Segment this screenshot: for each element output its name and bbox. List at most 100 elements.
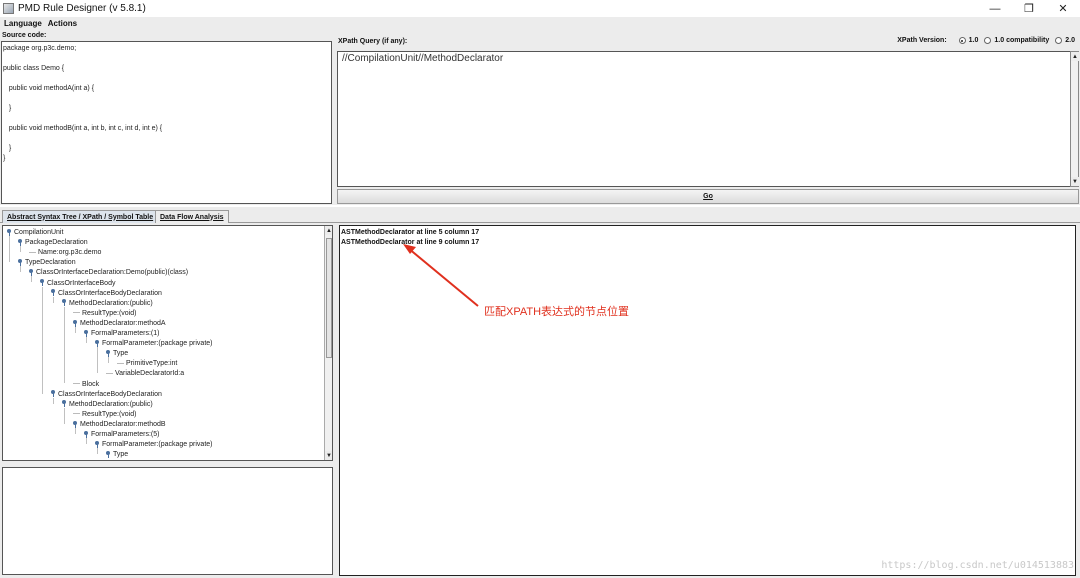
code-line: package org.p3c.demo;: [3, 45, 77, 52]
close-icon[interactable]: ✕: [1046, 0, 1080, 17]
tree-expand-icon[interactable]: [84, 329, 89, 337]
tree-node[interactable]: VariableDeclaratorId:a: [106, 369, 184, 379]
xpath-panel: XPath Query (if any): XPath Version: 1.0…: [336, 32, 1079, 205]
node-detail-panel: [2, 467, 333, 575]
menu-bar: Language Actions: [0, 17, 1080, 30]
result-item[interactable]: ASTMethodDeclarator at line 5 column 17: [341, 228, 1074, 238]
tree-node[interactable]: Block: [73, 380, 99, 390]
menu-language[interactable]: Language: [4, 19, 42, 28]
tree-node[interactable]: ResultType:(void): [73, 410, 136, 420]
tree-node[interactable]: ResultType:(void): [73, 309, 136, 319]
tree-expand-icon[interactable]: [106, 450, 111, 458]
tree-node-label: CompilationUnit: [14, 229, 64, 236]
tree-node-label: FormalParameters:(1): [91, 330, 160, 337]
tree-leaf-connector: [73, 312, 80, 314]
xpath-version-radio-1-0[interactable]: 1.0: [958, 37, 978, 44]
tree-node[interactable]: Type: [106, 450, 128, 460]
tree-node[interactable]: Type: [106, 349, 128, 359]
tree-node-label: ClassOrInterfaceBody: [47, 279, 116, 287]
tree-node[interactable]: FormalParameters:(5): [84, 430, 159, 440]
tree-node-label: Name:org.p3c.demo: [38, 249, 102, 257]
tree-expand-icon[interactable]: [29, 269, 34, 277]
tree-leaf-connector: [106, 373, 113, 375]
menu-actions[interactable]: Actions: [48, 19, 77, 28]
tree-leaf-connector: [73, 413, 80, 415]
title-bar: PMD Rule Designer (v 5.8.1) — ❐ ✕: [0, 0, 1080, 17]
scroll-up-icon[interactable]: ▲: [1071, 52, 1079, 61]
xpath-results-panel: ASTMethodDeclarator at line 5 column 17 …: [339, 225, 1076, 576]
window-title: PMD Rule Designer (v 5.8.1): [18, 3, 146, 14]
tree-node[interactable]: Name:org.p3c.demo: [29, 248, 101, 258]
tree-node-label: MethodDeclaration:(public): [69, 299, 153, 307]
tree-node[interactable]: ClassOrInterfaceBodyDeclaration: [51, 390, 162, 400]
xpath-scrollbar[interactable]: ▲ ▼: [1070, 51, 1079, 187]
app-icon: [3, 3, 14, 14]
scroll-down-icon[interactable]: ▼: [325, 451, 332, 460]
code-line: }: [3, 105, 12, 112]
tree-expand-icon[interactable]: [7, 228, 12, 236]
tab-label: Abstract Syntax Tree / XPath / Symbol Ta…: [7, 213, 154, 221]
tree-node-label: ClassOrInterfaceBodyDeclaration: [58, 289, 162, 297]
xpath-query-input[interactable]: //CompilationUnit//MethodDeclarator: [337, 51, 1071, 187]
tree-node[interactable]: FormalParameter:(package private): [95, 440, 213, 450]
xpath-version-radio-1-0-compat[interactable]: 1.0 compatibility: [984, 37, 1049, 44]
tree-node[interactable]: PrimitiveType:int: [117, 359, 177, 369]
tree-node-label: MethodDeclarator:methodA: [80, 319, 166, 327]
radio-unchecked-icon: [1055, 37, 1063, 44]
tree-node[interactable]: MethodDeclarator:methodA: [73, 319, 166, 329]
tree-node[interactable]: PackageDeclaration: [18, 238, 88, 248]
source-code-editor[interactable]: package org.p3c.demo; public class Demo {…: [1, 41, 332, 204]
xpath-query-label: XPath Query (if any):: [338, 38, 408, 45]
result-item[interactable]: ASTMethodDeclarator at line 9 column 17: [341, 238, 1074, 248]
tree-expand-icon[interactable]: [84, 430, 89, 438]
tree-expand-icon[interactable]: [73, 319, 78, 327]
tree-node[interactable]: MethodDeclarator:methodB: [73, 420, 166, 430]
tree-node[interactable]: CompilationUnit: [7, 228, 63, 238]
tree-node-label: Type: [113, 350, 129, 358]
scroll-up-icon[interactable]: ▲: [325, 226, 332, 235]
tree-expand-icon[interactable]: [62, 299, 67, 307]
tree-node[interactable]: TypeDeclaration: [18, 258, 76, 268]
tree-expand-icon[interactable]: [106, 349, 111, 357]
tree-expand-icon[interactable]: [18, 258, 23, 266]
scroll-down-icon[interactable]: ▼: [1071, 177, 1079, 186]
tree-expand-icon[interactable]: [73, 420, 78, 428]
tree-expand-icon[interactable]: [51, 390, 56, 398]
tree-scrollbar[interactable]: ▲ ▼: [324, 226, 332, 460]
tree-node[interactable]: MethodDeclaration:(public): [62, 299, 153, 309]
restore-icon[interactable]: ❐: [1012, 0, 1046, 17]
tree-expand-icon[interactable]: [95, 339, 100, 347]
tree-expand-icon[interactable]: [40, 279, 45, 287]
tree-node-label: MethodDeclaration:(public): [69, 400, 153, 408]
top-area: Source code: package org.p3c.demo; public…: [0, 30, 1080, 205]
code-line: public void methodB(int a, int b, int c,…: [3, 125, 163, 132]
tab-data-flow-analysis[interactable]: Data Flow Analysis: [155, 210, 229, 223]
window-controls: — ❐ ✕: [978, 0, 1080, 17]
tree-node[interactable]: FormalParameter:(package private): [95, 339, 213, 349]
xpath-query-text: //CompilationUnit//MethodDeclarator: [342, 53, 504, 64]
go-button[interactable]: Go: [337, 189, 1079, 204]
tree-node-label: PrimitiveType:int: [126, 360, 178, 368]
tree-node-label: TypeDeclaration: [25, 259, 76, 267]
tree-node[interactable]: MethodDeclaration:(public): [62, 400, 153, 410]
tree-node[interactable]: ClassOrInterfaceBodyDeclaration: [51, 289, 162, 299]
watermark: https://blog.csdn.net/u014513883: [881, 560, 1074, 571]
tree-node-label: VariableDeclaratorId:a: [115, 370, 185, 378]
tree-expand-icon[interactable]: [95, 440, 100, 448]
tree-expand-icon[interactable]: [62, 400, 67, 408]
annotation-text: 匹配XPATH表达式的节点位置: [484, 306, 630, 318]
tree-node[interactable]: ClassOrInterfaceDeclaration:Demo(public)…: [29, 268, 188, 278]
minimize-icon[interactable]: —: [978, 0, 1012, 17]
scroll-thumb[interactable]: [326, 238, 332, 358]
xpath-version-radio-2-0[interactable]: 2.0: [1055, 37, 1075, 44]
tree-expand-icon[interactable]: [51, 289, 56, 297]
tree-expand-icon[interactable]: [18, 238, 23, 246]
tree-node[interactable]: FormalParameters:(1): [84, 329, 159, 339]
tab-ast-xpath-symbol[interactable]: Abstract Syntax Tree / XPath / Symbol Ta…: [2, 210, 159, 223]
tree-node-label: Block: [82, 380, 100, 388]
tree-guide-line: [97, 347, 98, 374]
tree-node[interactable]: ClassOrInterfaceBody: [40, 279, 115, 289]
